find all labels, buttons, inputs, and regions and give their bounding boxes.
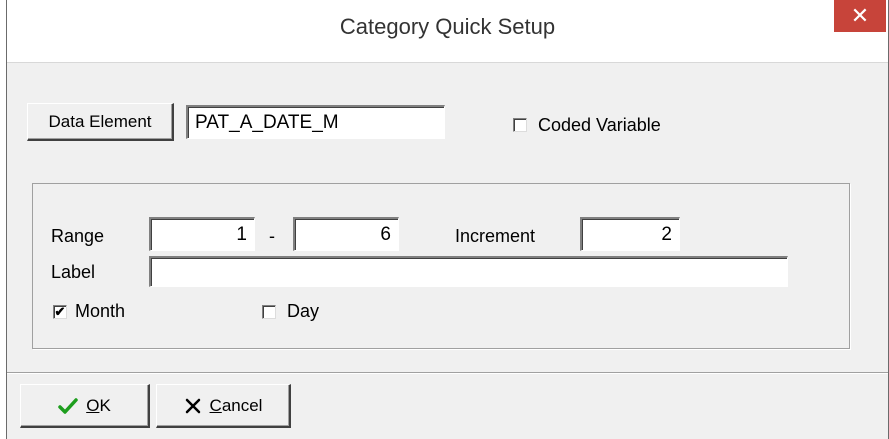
range-from-input[interactable]: 1 bbox=[149, 217, 255, 251]
data-element-button-label: Data Element bbox=[48, 111, 152, 131]
ok-button-label: OK bbox=[86, 396, 111, 416]
cancel-mnemonic: C bbox=[209, 395, 222, 415]
increment-input[interactable]: 2 bbox=[580, 217, 680, 251]
close-button[interactable]: ✕ bbox=[834, 0, 886, 32]
dialog-window: Category Quick Setup ✕ Data Element PAT_… bbox=[6, 0, 889, 439]
increment-value: 2 bbox=[661, 224, 672, 245]
ok-button[interactable]: OK bbox=[20, 384, 150, 428]
cancel-button-label: Cancel bbox=[210, 396, 263, 416]
title-bar[interactable]: Category Quick Setup ✕ bbox=[7, 0, 888, 63]
range-to-value: 6 bbox=[380, 224, 391, 245]
data-element-input[interactable]: PAT_A_DATE_M bbox=[186, 105, 445, 139]
range-from-value: 1 bbox=[236, 224, 247, 245]
ok-rest: K bbox=[99, 395, 111, 415]
coded-variable-label: Coded Variable bbox=[538, 115, 661, 135]
data-element-value: PAT_A_DATE_M bbox=[195, 112, 339, 133]
checkmark-icon bbox=[58, 397, 78, 414]
label-input[interactable] bbox=[149, 256, 788, 287]
coded-variable-checkbox[interactable] bbox=[513, 118, 527, 132]
range-separator: - bbox=[269, 226, 275, 246]
ok-mnemonic: O bbox=[86, 395, 100, 415]
window-title: Category Quick Setup bbox=[339, 14, 556, 39]
month-checkbox[interactable]: ✔ bbox=[53, 305, 67, 319]
close-icon: ✕ bbox=[850, 3, 870, 28]
increment-label: Increment bbox=[455, 226, 536, 246]
label-field-label: Label bbox=[51, 262, 96, 282]
checkmark-icon: ✔ bbox=[54, 304, 66, 319]
cancel-button[interactable]: Cancel bbox=[156, 384, 291, 428]
month-label: Month bbox=[75, 301, 126, 321]
range-to-input[interactable]: 6 bbox=[293, 217, 399, 251]
data-element-button[interactable]: Data Element bbox=[27, 103, 174, 141]
x-icon bbox=[185, 398, 200, 413]
day-checkbox[interactable] bbox=[262, 305, 276, 319]
footer-separator bbox=[7, 372, 888, 374]
range-label: Range bbox=[51, 226, 105, 246]
cancel-rest: ancel bbox=[221, 395, 263, 415]
day-label: Day bbox=[287, 301, 320, 321]
